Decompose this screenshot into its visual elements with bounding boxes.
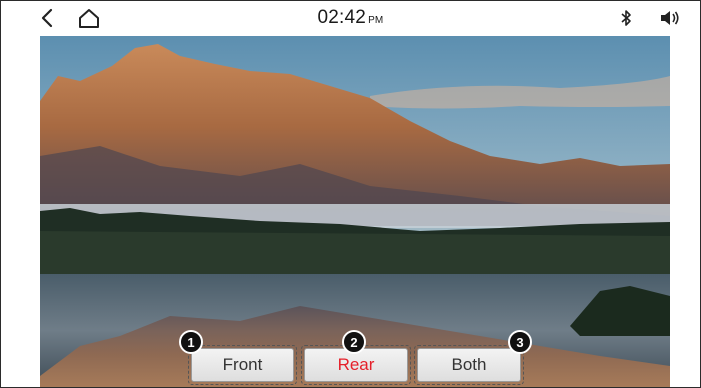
bluetooth-icon <box>621 10 631 26</box>
screen: 02:42 PM Front Rear Both 1 2 3 <box>0 0 701 388</box>
volume-icon <box>661 11 679 25</box>
callout-number-1: 1 <box>179 330 203 354</box>
callout-number-2: 2 <box>342 330 366 354</box>
clock-ampm: PM <box>368 15 384 26</box>
clock: 02:42 PM <box>1 7 700 29</box>
clock-time: 02:42 <box>317 7 367 28</box>
status-bar: 02:42 PM <box>1 1 700 35</box>
callout-number-3: 3 <box>508 330 532 354</box>
both-option-label[interactable]: Both <box>417 348 521 382</box>
both-option-button[interactable]: Both <box>414 345 524 385</box>
front-option-label[interactable]: Front <box>191 348 294 382</box>
front-option-button[interactable]: Front <box>188 345 297 385</box>
